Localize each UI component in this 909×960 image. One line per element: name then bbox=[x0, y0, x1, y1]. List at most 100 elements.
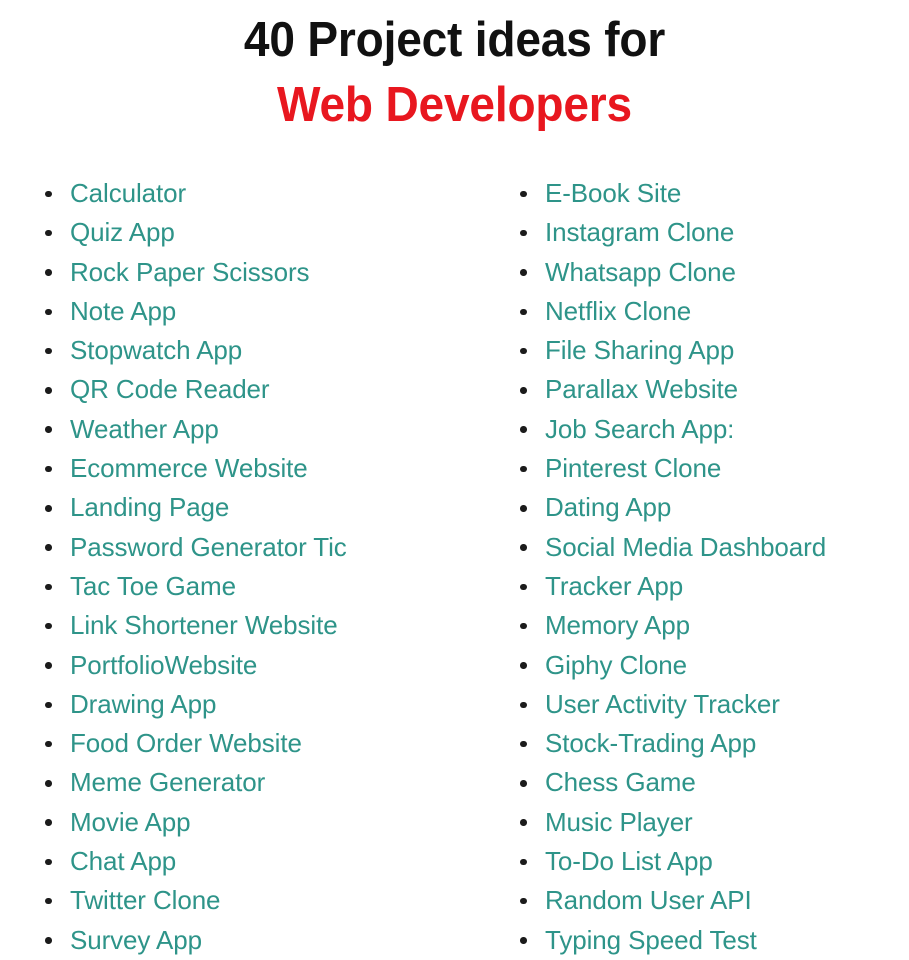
list-item-label: Tac Toe Game bbox=[70, 570, 236, 601]
bullet-dot-icon bbox=[520, 190, 527, 198]
list-item: PortfolioWebsite bbox=[41, 646, 480, 685]
list-item-label: Weather App bbox=[70, 413, 219, 444]
list-item: Pinterest Clone bbox=[516, 449, 909, 488]
list-item-label: Random User API bbox=[545, 885, 752, 916]
list-item-label: Chat App bbox=[70, 846, 177, 877]
list-item: Movie App bbox=[41, 803, 480, 842]
bullet-dot-icon bbox=[520, 426, 527, 433]
list-item: Typing Speed Test bbox=[516, 921, 909, 960]
list-item-label: Social Media Dashboard bbox=[545, 531, 827, 562]
list-item-label: Stopwatch App bbox=[70, 335, 243, 366]
bullet-dot-icon bbox=[45, 662, 52, 669]
list-item: E-Book Site bbox=[516, 174, 909, 213]
list-item-label: Pinterest Clone bbox=[545, 453, 722, 484]
list-item-label: E-Book Site bbox=[545, 178, 682, 208]
bullet-dot-icon bbox=[45, 269, 52, 276]
bullet-dot-icon bbox=[45, 858, 52, 866]
list-item: QR Code Reader bbox=[41, 370, 480, 409]
list-item: Music Player bbox=[516, 803, 909, 842]
bullet-dot-icon bbox=[520, 229, 527, 237]
list-item: Quiz App bbox=[41, 213, 480, 252]
list-item: Landing Page bbox=[41, 488, 480, 527]
list-item-label: Instagram Clone bbox=[545, 217, 735, 248]
list-item-label: Quiz App bbox=[70, 217, 175, 248]
list-item-label: Twitter Clone bbox=[70, 885, 221, 916]
list-item: Note App bbox=[41, 292, 480, 331]
list-item: Instagram Clone bbox=[516, 213, 909, 252]
project-list-columns: Calculator Quiz App Rock Paper Scissors Not… bbox=[0, 174, 909, 960]
list-item-label: Music Player bbox=[545, 806, 693, 837]
bullet-dot-icon bbox=[45, 780, 52, 787]
bullet-dot-icon bbox=[45, 308, 52, 316]
title-line-primary: 40 Project ideas for bbox=[243, 13, 666, 67]
list-item-label: Parallax Website bbox=[545, 374, 739, 405]
bullet-dot-icon bbox=[45, 465, 52, 473]
bullet-dot-icon bbox=[45, 229, 52, 237]
list-item: Weather App bbox=[41, 410, 480, 449]
bullet-dot-icon bbox=[520, 662, 527, 669]
bullet-dot-icon bbox=[45, 347, 52, 355]
list-item: Password Generator Tic bbox=[41, 528, 480, 567]
list-item: Tracker App bbox=[516, 567, 909, 606]
bullet-dot-icon bbox=[520, 308, 527, 316]
list-item-label: PortfolioWebsite bbox=[70, 649, 258, 680]
project-list-column-left: Calculator Quiz App Rock Paper Scissors Not… bbox=[0, 174, 480, 960]
list-item-label: Typing Speed Test bbox=[545, 924, 757, 955]
list-item: Stock-Trading App bbox=[516, 724, 909, 763]
list-item-label: Password Generator Tic bbox=[70, 531, 347, 562]
bullet-dot-icon bbox=[45, 701, 52, 708]
bullet-dot-icon bbox=[520, 701, 527, 708]
list-item: Random User API bbox=[516, 881, 909, 920]
list-item-label: QR Code Reader bbox=[70, 374, 270, 405]
bullet-dot-icon bbox=[45, 387, 52, 394]
list-item: Survey App bbox=[41, 921, 480, 960]
list-item-label: Memory App bbox=[545, 610, 690, 641]
list-item: Dating App bbox=[516, 488, 909, 527]
list-item-label: Drawing App bbox=[70, 688, 217, 719]
list-item-label: User Activity Tracker bbox=[545, 688, 780, 719]
bullet-dot-icon bbox=[45, 622, 52, 630]
project-list-column-right: E-Book Site Instagram Clone Whatsapp Clone… bbox=[480, 174, 909, 960]
bullet-dot-icon bbox=[520, 897, 527, 905]
bullet-dot-icon bbox=[520, 269, 527, 276]
list-item: Ecommerce Website bbox=[41, 449, 480, 488]
list-item-label: Meme Generator bbox=[70, 767, 266, 798]
bullet-dot-icon bbox=[520, 819, 527, 826]
list-item-label: Rock Paper Scissors bbox=[70, 256, 310, 287]
list-item: Giphy Clone bbox=[516, 646, 909, 685]
list-item-label: Landing Page bbox=[70, 492, 230, 523]
list-item: Tac Toe Game bbox=[41, 567, 480, 606]
list-item-label: Giphy Clone bbox=[545, 649, 687, 680]
bullet-dot-icon bbox=[520, 505, 527, 512]
list-item-label: To-Do List App bbox=[545, 846, 713, 877]
poster-canvas: 40 Project ideas for Web Developers Calc… bbox=[0, 0, 909, 960]
bullet-dot-icon bbox=[520, 347, 527, 355]
bullet-dot-icon bbox=[520, 858, 527, 866]
list-item-label: Movie App bbox=[70, 806, 191, 837]
list-item-label: File Sharing App bbox=[545, 335, 735, 366]
list-item-label: Tracker App bbox=[545, 570, 684, 601]
bullet-dot-icon bbox=[45, 740, 52, 748]
bullet-dot-icon bbox=[520, 387, 527, 394]
list-item: Netflix Clone bbox=[516, 292, 909, 331]
list-item: Parallax Website bbox=[516, 370, 909, 409]
list-item: Calculator bbox=[41, 174, 480, 213]
list-item-label: Note App bbox=[70, 295, 177, 326]
list-item-label: Netflix Clone bbox=[545, 295, 692, 326]
bullet-dot-icon bbox=[45, 190, 52, 198]
bullet-dot-icon bbox=[520, 780, 527, 787]
bullet-dot-icon bbox=[520, 622, 527, 630]
list-item: Meme Generator bbox=[41, 763, 480, 802]
list-item: User Activity Tracker bbox=[516, 685, 909, 724]
list-item: To-Do List App bbox=[516, 842, 909, 881]
title-line-accent: Web Developers bbox=[277, 78, 632, 132]
bullet-dot-icon bbox=[45, 897, 52, 905]
list-item-label: Job Search App: bbox=[545, 413, 735, 444]
list-item-label: Chess Game bbox=[545, 767, 696, 798]
list-item-label: Dating App bbox=[545, 492, 672, 523]
list-item-label: Stock-Trading App bbox=[545, 728, 757, 759]
list-item: Rock Paper Scissors bbox=[41, 253, 480, 292]
list-item-label: Whatsapp Clone bbox=[545, 256, 736, 287]
list-item-label: Link Shortener Website bbox=[70, 610, 338, 641]
bullet-dot-icon bbox=[520, 937, 527, 944]
